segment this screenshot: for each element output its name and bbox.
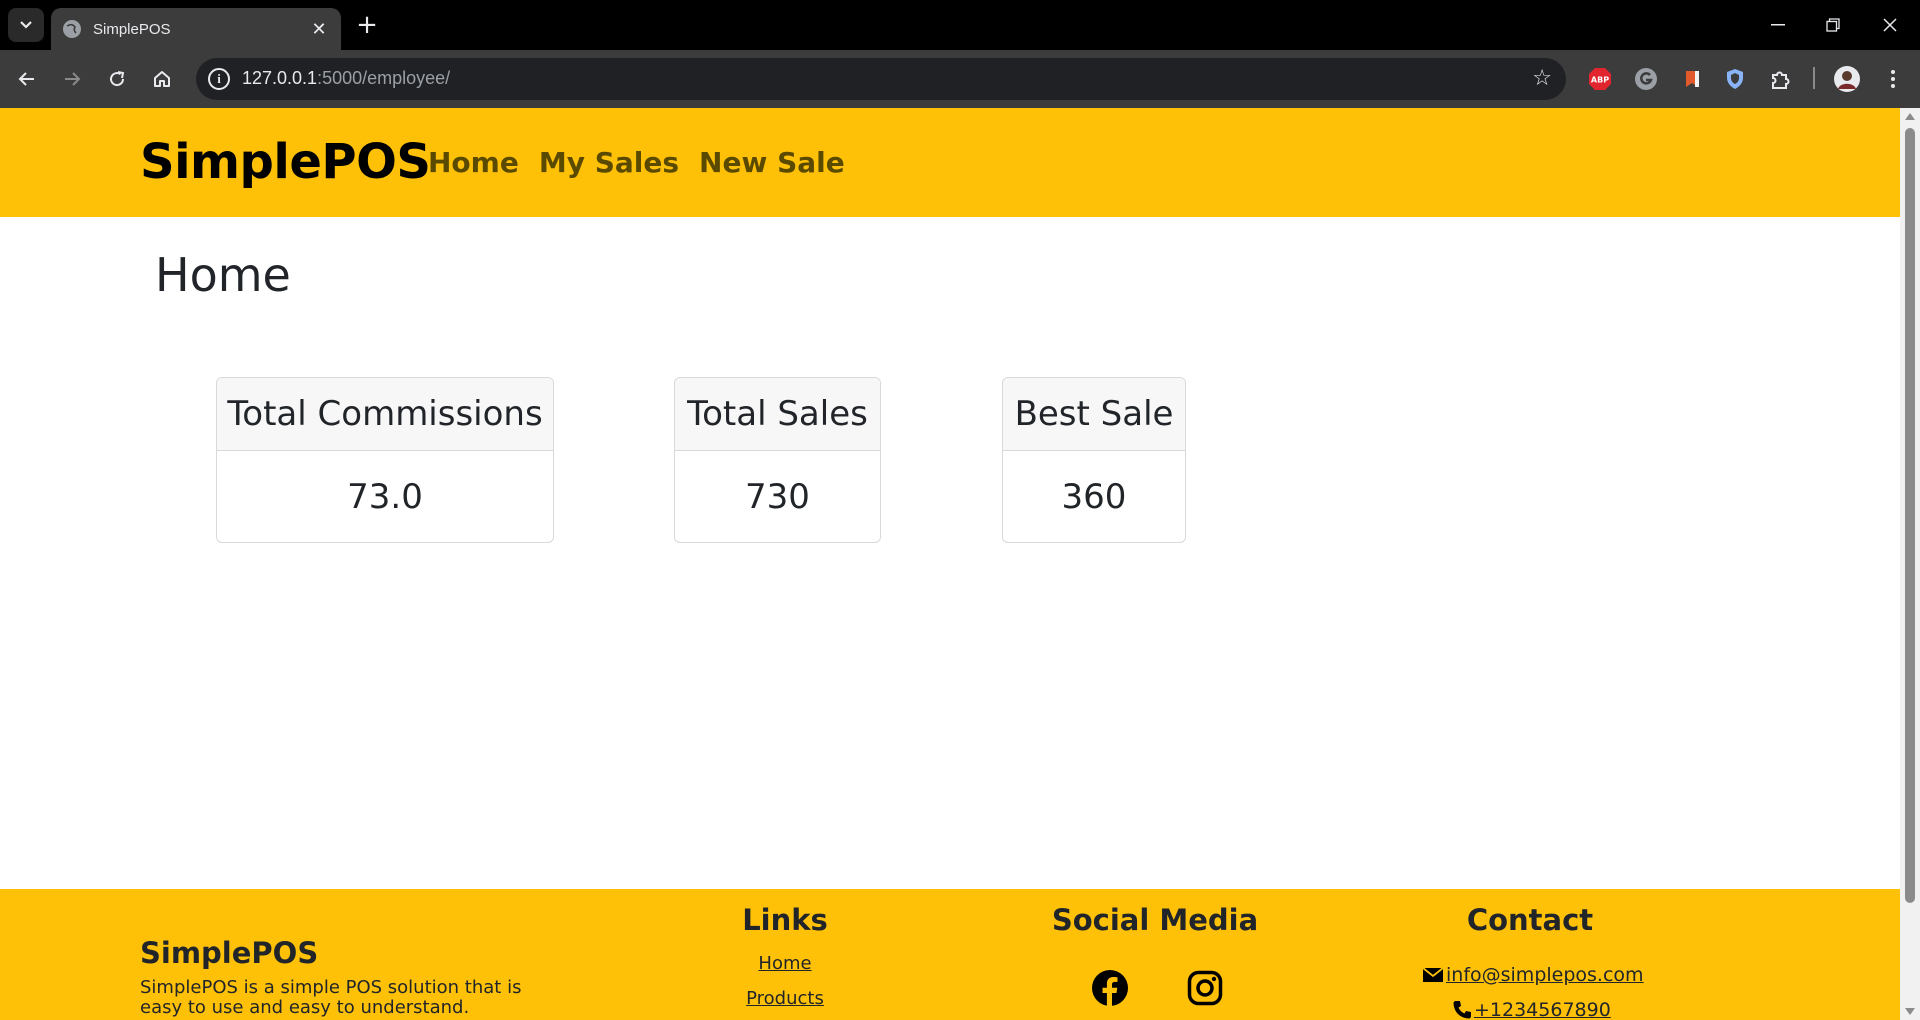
chevron-down-icon	[20, 21, 32, 29]
bookmark-star-icon[interactable]: ☆	[1532, 66, 1552, 91]
browser-tab-active[interactable]: SimplePOS ✕	[51, 8, 341, 50]
facebook-icon[interactable]	[1090, 968, 1130, 1008]
stat-card-label: Total Commissions	[217, 378, 553, 451]
more-menu-icon[interactable]	[1880, 66, 1906, 92]
site-brand[interactable]: SimplePOS	[140, 134, 431, 190]
close-window-button[interactable]	[1862, 0, 1918, 50]
reload-button[interactable]	[99, 61, 135, 97]
contact-phone-link[interactable]: +1234567890	[1452, 999, 1611, 1020]
forward-button[interactable]	[54, 61, 90, 97]
minimize-icon	[1771, 24, 1785, 26]
instagram-icon[interactable]	[1185, 968, 1225, 1008]
toolbar-divider	[1813, 67, 1815, 89]
contact-email[interactable]: info@simplepos.com	[1446, 964, 1644, 986]
adblock-plus-icon[interactable]: ABP	[1587, 66, 1613, 92]
tab-close-icon[interactable]: ✕	[309, 19, 329, 40]
address-bar[interactable]: i 127.0.0.1:5000/employee/ ☆	[196, 58, 1566, 100]
stat-card-best-sale: Best Sale 360	[1002, 377, 1186, 543]
footer-link-home[interactable]: Home	[700, 953, 870, 974]
url-text[interactable]: 127.0.0.1:5000/employee/	[242, 68, 450, 89]
stat-card-total-sales: Total Sales 730	[674, 377, 881, 543]
globe-icon	[63, 20, 81, 38]
tab-title: SimplePOS	[93, 20, 171, 38]
footer-link-products[interactable]: Products	[700, 988, 870, 1009]
reload-icon	[110, 71, 125, 87]
nav-link-home[interactable]: Home	[428, 146, 519, 179]
page-viewport: SimplePOS Home My Sales New Sale Home To…	[0, 108, 1900, 1020]
envelope-icon	[1422, 967, 1444, 982]
home-button[interactable]	[144, 61, 180, 97]
site-header: SimplePOS Home My Sales New Sale	[0, 108, 1900, 217]
puzzle-extensions-icon[interactable]	[1767, 66, 1793, 92]
grammarly-icon[interactable]	[1633, 66, 1659, 92]
tab-search-button[interactable]	[8, 8, 44, 42]
arrow-right-icon	[65, 72, 81, 86]
stat-card-label: Total Sales	[675, 378, 880, 451]
stat-card-value: 73.0	[347, 477, 423, 517]
footer-social-title: Social Media	[1051, 903, 1259, 937]
shield-extension-icon[interactable]	[1722, 66, 1748, 92]
browser-toolbar: i 127.0.0.1:5000/employee/ ☆ ABP	[0, 50, 1920, 108]
scroll-up-arrow[interactable]	[1905, 113, 1915, 120]
restore-icon	[1826, 18, 1840, 32]
footer-description: SimplePOS is a simple POS solution that …	[140, 977, 522, 1018]
arrow-left-icon	[18, 72, 34, 86]
stat-card-value: 360	[1061, 477, 1127, 517]
restore-button[interactable]	[1805, 0, 1861, 50]
stat-card-total-commissions: Total Commissions 73.0	[216, 377, 554, 543]
nav-link-my-sales[interactable]: My Sales	[539, 146, 679, 179]
scroll-down-arrow[interactable]	[1905, 1008, 1915, 1015]
minimize-button[interactable]	[1750, 0, 1806, 50]
browser-tab-strip: SimplePOS ✕ +	[0, 0, 1920, 50]
nav-link-new-sale[interactable]: New Sale	[699, 146, 845, 179]
page-title: Home	[155, 248, 291, 302]
phone-icon	[1453, 1001, 1471, 1019]
new-tab-button[interactable]: +	[352, 10, 382, 40]
site-footer: SimplePOS SimplePOS is a simple POS solu…	[0, 889, 1900, 1020]
home-icon	[154, 71, 170, 87]
footer-links-title: Links	[742, 903, 828, 937]
bookmark-extension-icon[interactable]	[1679, 66, 1705, 92]
footer-contact-title: Contact	[1466, 903, 1594, 937]
profile-avatar[interactable]	[1834, 66, 1860, 92]
footer-brand: SimplePOS	[140, 936, 319, 970]
back-button[interactable]	[9, 61, 45, 97]
site-info-icon[interactable]: i	[208, 68, 230, 90]
main-nav: Home My Sales New Sale	[428, 146, 845, 179]
scrollbar-thumb[interactable]	[1905, 128, 1915, 903]
contact-email-link[interactable]: info@simplepos.com	[1422, 964, 1644, 986]
stat-card-value: 730	[745, 477, 810, 517]
stat-card-label: Best Sale	[1003, 378, 1185, 451]
svg-text:ABP: ABP	[1591, 76, 1609, 85]
close-icon	[1883, 18, 1897, 32]
contact-phone[interactable]: +1234567890	[1474, 999, 1611, 1020]
page-scrollbar[interactable]	[1900, 108, 1920, 1020]
